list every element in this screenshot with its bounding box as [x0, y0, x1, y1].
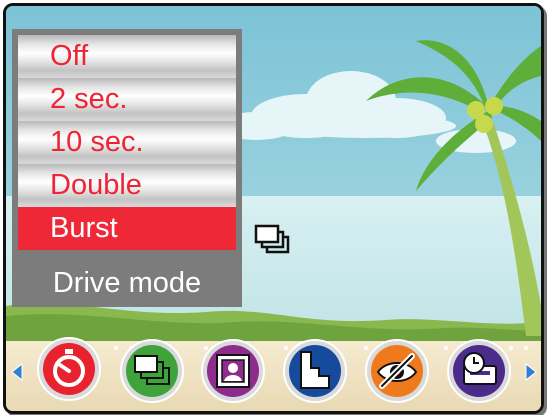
drive-mode-menu: Off 2 sec. 10 sec. Double Burst Drive mo… [12, 29, 242, 307]
option-double[interactable]: Double [18, 164, 236, 207]
drive-mode-options: Off 2 sec. 10 sec. Double Burst [18, 35, 236, 250]
portrait-frame-icon[interactable] [200, 338, 266, 404]
option-10-sec[interactable]: 10 sec. [18, 121, 236, 164]
red-eye-off-icon[interactable] [364, 338, 430, 404]
self-timer-icon[interactable] [36, 336, 102, 402]
triangle-right-icon[interactable] [525, 363, 537, 381]
stairs-icon[interactable] [282, 338, 348, 404]
burst-icon[interactable] [119, 338, 185, 404]
option-burst[interactable]: Burst [18, 207, 236, 250]
option-off[interactable]: Off [18, 35, 236, 78]
camera-screen: Off 2 sec. 10 sec. Double Burst Drive mo… [3, 3, 544, 414]
burst-icon [254, 224, 290, 254]
timestamp-icon[interactable] [446, 338, 512, 404]
option-2-sec[interactable]: 2 sec. [18, 78, 236, 121]
triangle-left-icon[interactable] [11, 363, 23, 381]
menu-title: Drive mode [14, 263, 240, 303]
